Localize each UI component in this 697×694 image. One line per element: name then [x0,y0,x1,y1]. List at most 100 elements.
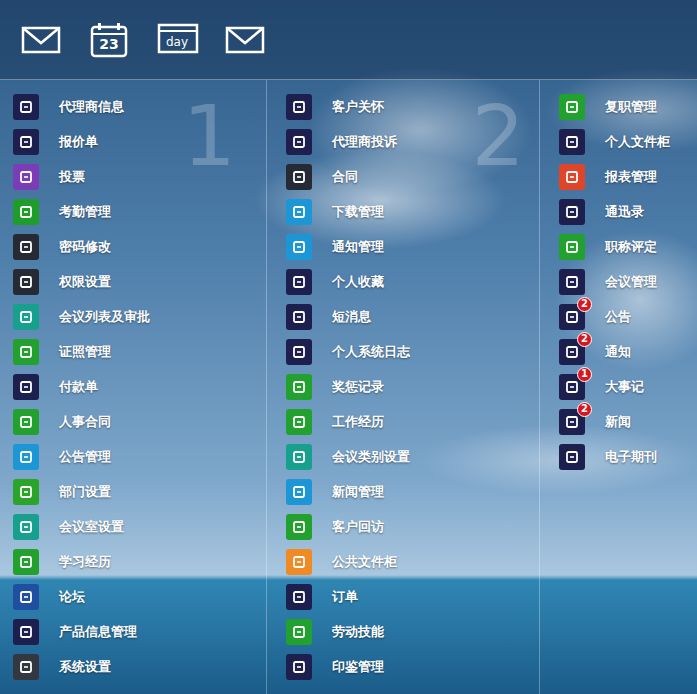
day-label: day [166,35,188,49]
module-tile [13,654,39,680]
menu-item[interactable]: 劳动技能 [286,614,539,649]
module-tile [13,199,39,225]
menu-item[interactable]: 考勤管理 [13,194,266,229]
menu-item[interactable]: 人事合同 [13,404,266,439]
menu-item[interactable]: 代理商投诉 [286,124,539,159]
module-icon [291,99,307,115]
module-icon [18,204,34,220]
module-icon [291,589,307,605]
menu-item[interactable]: 客户关怀 [286,89,539,124]
count-badge: 1 [577,367,592,382]
menu-item[interactable]: 通迅录 [559,194,697,229]
menu-label: 会议管理 [605,273,657,291]
module-icon [291,554,307,570]
calendar-day: 23 [99,36,118,52]
menu-item[interactable]: 下载管理 [286,194,539,229]
module-icon [18,484,34,500]
menu-item[interactable]: 系统设置 [13,649,266,684]
module-icon [18,414,34,430]
menu-column: 2客户关怀代理商投诉合同下载管理通知管理个人收藏短消息个人系统日志奖惩记录工作经… [267,80,540,694]
module-tile [286,129,312,155]
module-tile [559,94,585,120]
menu-item[interactable]: 通知管理 [286,229,539,264]
module-tile [13,374,39,400]
module-icon [291,239,307,255]
menu-item[interactable]: 报表管理 [559,159,697,194]
menu-item[interactable]: 报价单 [13,124,266,159]
menu-item[interactable]: 部门设置 [13,474,266,509]
menu-item[interactable]: 2公告 [559,299,697,334]
menu-label: 新闻 [605,413,631,431]
module-icon [18,519,34,535]
day-view-button[interactable]: day [154,22,200,58]
menu-item[interactable]: 公告管理 [13,439,266,474]
menu-item[interactable]: 客户回访 [286,509,539,544]
module-tile [286,514,312,540]
module-tile [13,584,39,610]
module-tile [13,514,39,540]
module-tile [559,129,585,155]
module-tile [559,199,585,225]
menu-item[interactable]: 付款单 [13,369,266,404]
menu-column: 复职管理个人文件柜报表管理通迅录职称评定会议管理 2公告2通知1大事记2 新闻电子期… [540,80,697,694]
menu-item[interactable]: 会议室设置 [13,509,266,544]
menu-item[interactable]: 权限设置 [13,264,266,299]
menu-item[interactable]: 短消息 [286,299,539,334]
menu-item[interactable]: 职称评定 [559,229,697,264]
module-tile [13,269,39,295]
menu-item[interactable]: 工作经历 [286,404,539,439]
menu-item[interactable]: 电子期刊 [559,439,697,474]
menu-item[interactable]: 产品信息管理 [13,614,266,649]
module-icon [291,309,307,325]
menu-label: 印鉴管理 [332,658,384,676]
menu-label: 权限设置 [59,273,111,291]
menu-label: 代理商投诉 [332,133,397,151]
menu-item[interactable]: 新闻管理 [286,474,539,509]
menu-item[interactable]: 1大事记 [559,369,697,404]
menu-item[interactable]: 2通知 [559,334,697,369]
module-tile [559,444,585,470]
module-tile [286,339,312,365]
menu-item[interactable]: 投票 [13,159,266,194]
menu-label: 代理商信息 [59,98,124,116]
menu-item[interactable]: 订单 [286,579,539,614]
count-badge: 2 [577,402,592,417]
menu-label: 论坛 [59,588,85,606]
menu-item[interactable]: 会议类别设置 [286,439,539,474]
module-tile [559,269,585,295]
mail-button[interactable] [18,22,64,58]
menu-item[interactable]: 会议列表及审批 [13,299,266,334]
menu-item[interactable]: 会议管理 [559,264,697,299]
menu-label: 证照管理 [59,343,111,361]
module-icon [18,344,34,360]
module-icon [291,169,307,185]
menu-item[interactable]: 学习经历 [13,544,266,579]
menu-item[interactable]: 个人收藏 [286,264,539,299]
message-button[interactable] [222,22,268,58]
menu-item[interactable]: 密码修改 [13,229,266,264]
menu-label: 系统设置 [59,658,111,676]
menu-item[interactable]: 奖惩记录 [286,369,539,404]
menu-item[interactable]: 论坛 [13,579,266,614]
menu-label: 考勤管理 [59,203,111,221]
menu-item[interactable]: 证照管理 [13,334,266,369]
menu-item[interactable]: 合同 [286,159,539,194]
module-icon [18,554,34,570]
calendar-button[interactable]: 23 [86,22,132,58]
column-number: 1 [183,94,236,178]
module-tile [559,164,585,190]
module-tile [13,94,39,120]
menu-item[interactable]: 2 新闻 [559,404,697,439]
menu-label: 付款单 [59,378,98,396]
menu-item[interactable]: 个人系统日志 [286,334,539,369]
module-icon [18,379,34,395]
menu-item[interactable]: 个人文件柜 [559,124,697,159]
module-tile [286,374,312,400]
menu-item[interactable]: 代理商信息 [13,89,266,124]
module-tile: 1 [559,374,585,400]
menu-label: 报价单 [59,133,98,151]
module-tile [286,444,312,470]
menu-item[interactable]: 复职管理 [559,89,697,124]
menu-item[interactable]: 公共文件柜 [286,544,539,579]
menu-item[interactable]: 印鉴管理 [286,649,539,684]
